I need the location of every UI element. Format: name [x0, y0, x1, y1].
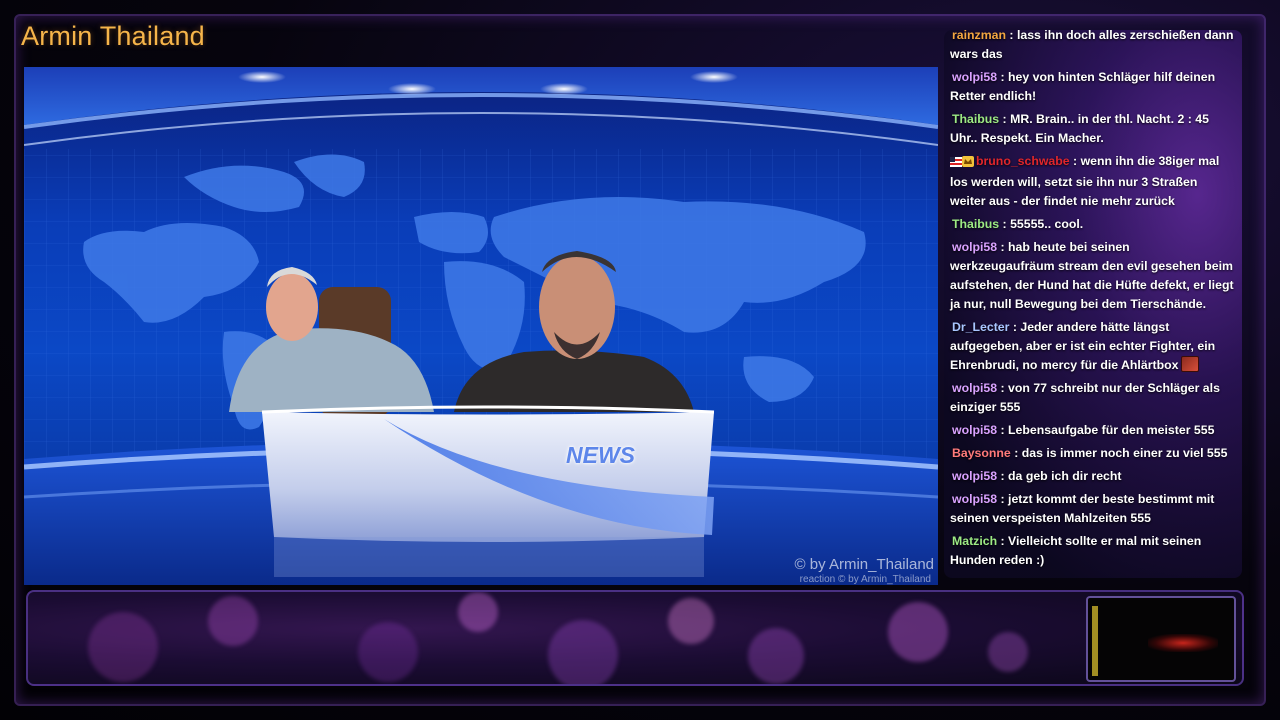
chat-separator: :: [997, 240, 1009, 254]
chat-separator: :: [999, 217, 1011, 231]
chat-username[interactable]: wolpi58: [950, 469, 997, 483]
chat-separator: :: [1069, 154, 1081, 168]
chat-separator: :: [1009, 320, 1021, 334]
chat-message: wolpi58 : hey von hinten Schläger hilf d…: [950, 68, 1236, 106]
chat-message: Baysonne : das is immer noch einer zu vi…: [950, 444, 1236, 463]
video-watermark-small: reaction © by Armin_Thailand: [799, 574, 931, 585]
chat-message: Thaibus : MR. Brain.. in der thl. Nacht.…: [950, 110, 1236, 148]
chat-separator: :: [997, 423, 1009, 437]
chat-username[interactable]: Thaibus: [950, 112, 999, 126]
chat-panel: rainzman : lass ihn doch alles zerschieß…: [944, 30, 1242, 578]
chat-separator: :: [997, 492, 1009, 506]
chat-separator: :: [997, 381, 1009, 395]
chat-username[interactable]: wolpi58: [950, 240, 997, 254]
chat-message: Dr_Lecter : Jeder andere hätte längst au…: [950, 318, 1236, 375]
chat-message: Thaibus : 55555.. cool.: [950, 215, 1236, 234]
chat-message: bruno_schwabe : wenn ihn die 38iger mal …: [950, 152, 1236, 211]
chat-separator: :: [997, 70, 1009, 84]
chat-username[interactable]: wolpi58: [950, 381, 997, 395]
chat-username[interactable]: Thaibus: [950, 217, 999, 231]
chat-message: wolpi58 : hab heute bei seinen werkzeuga…: [950, 238, 1236, 314]
chat-message: wolpi58 : von 77 schreibt nur der Schläg…: [950, 379, 1236, 417]
news-studio-scene: [24, 67, 938, 585]
chat-message: wolpi58 : jetzt kommt der beste bestimmt…: [950, 490, 1236, 528]
chat-message: rainzman : lass ihn doch alles zerschieß…: [950, 30, 1236, 64]
chat-username[interactable]: Dr_Lecter: [950, 320, 1009, 334]
bottom-decor-bar: [26, 590, 1244, 686]
chat-separator: :: [999, 112, 1011, 126]
video-player[interactable]: NEWS © by Armin_Thailand reaction © by A…: [24, 67, 938, 585]
chat-text: 55555.. cool.: [1010, 217, 1084, 231]
channel-title: Armin Thailand: [21, 21, 205, 51]
chat-username[interactable]: wolpi58: [950, 492, 997, 506]
chat-username[interactable]: Matzich: [950, 534, 997, 548]
chat-message: wolpi58 : da geb ich dir recht: [950, 467, 1236, 486]
news-desk: [261, 405, 715, 577]
chat-message: wolpi58 : Lebensaufgabe für den meister …: [950, 421, 1236, 440]
desk-news-label: NEWS: [566, 442, 635, 468]
chat-message: Matzich : Vielleicht sollte er mal mit s…: [950, 532, 1236, 570]
chat-username[interactable]: Baysonne: [950, 446, 1011, 460]
chat-separator: :: [997, 534, 1009, 548]
chat-username[interactable]: bruno_schwabe: [974, 154, 1070, 168]
emote-icon: [1181, 356, 1200, 372]
chat-username[interactable]: wolpi58: [950, 70, 997, 84]
chat-separator: :: [997, 469, 1009, 483]
chat-separator: :: [1006, 30, 1017, 42]
stream-overlay: Armin Thailand NEWS © by Armin_Thailand …: [0, 0, 1280, 720]
chat-separator: :: [1010, 446, 1022, 460]
flag-badge: [950, 154, 962, 173]
chat-text: da geb ich dir recht: [1008, 469, 1122, 483]
chat-text: das is immer noch einer zu viel 555: [1021, 446, 1228, 460]
webcam-feed: [1086, 596, 1236, 682]
crown-badge: [962, 154, 974, 173]
chat-username[interactable]: rainzman: [950, 30, 1006, 42]
chat-message-list: rainzman : lass ihn doch alles zerschieß…: [950, 30, 1236, 574]
chat-username[interactable]: wolpi58: [950, 423, 997, 437]
video-watermark: © by Armin_Thailand: [794, 556, 934, 573]
chat-text: Lebensaufgabe für den meister 555: [1008, 423, 1215, 437]
